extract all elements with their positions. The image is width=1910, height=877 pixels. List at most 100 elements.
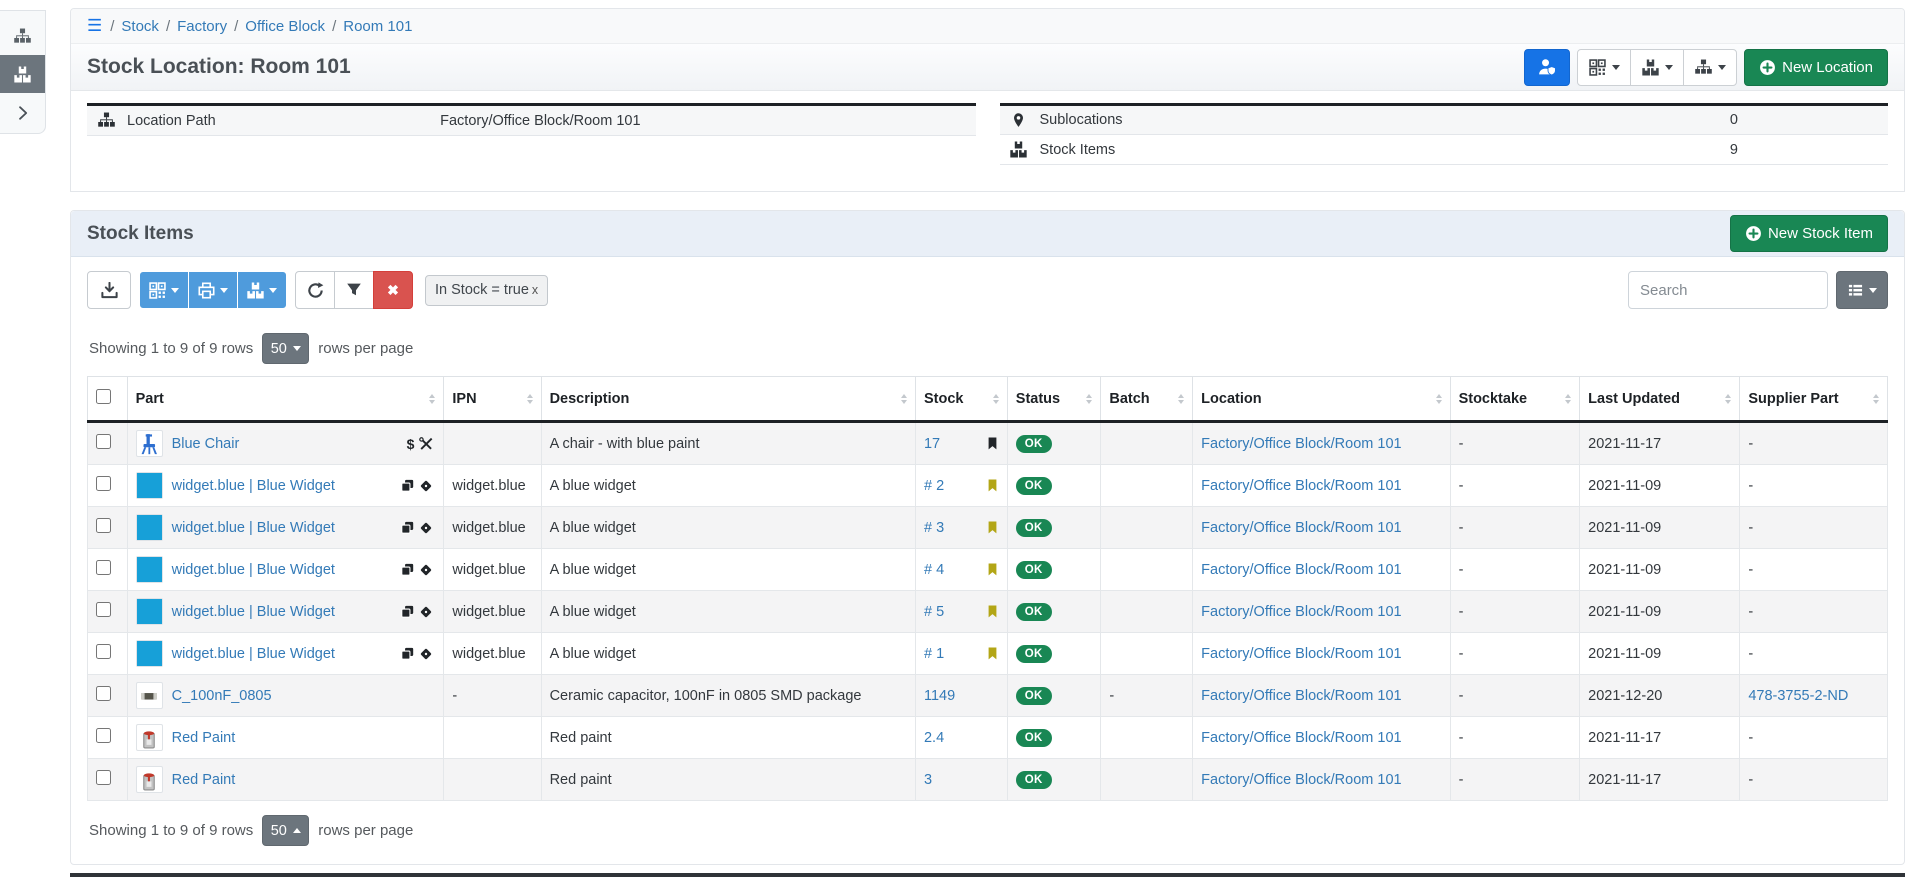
stock-quantity-link[interactable]: # 3 [924, 520, 944, 536]
column-header-part[interactable]: Part [127, 377, 444, 422]
column-header-last-updated[interactable]: Last Updated [1580, 377, 1740, 422]
part-link[interactable]: Blue Chair [172, 436, 240, 452]
menu-icon[interactable]: ☰ [87, 16, 102, 36]
export-button[interactable] [87, 271, 131, 309]
columns-dropdown-button[interactable] [1836, 271, 1888, 309]
location-link[interactable]: Factory/Office Block/Room 101 [1201, 646, 1401, 662]
location-link[interactable]: Factory/Office Block/Room 101 [1201, 604, 1401, 620]
stock-quantity-link[interactable]: 17 [924, 436, 940, 452]
sort-icon[interactable] [1082, 394, 1092, 404]
row-checkbox[interactable] [96, 728, 111, 743]
page-size-button[interactable]: 50 [262, 815, 309, 846]
row-checkbox[interactable] [96, 560, 111, 575]
row-checkbox[interactable] [96, 644, 111, 659]
row-checkbox[interactable] [96, 434, 111, 449]
stock-cell: # 2 [915, 465, 1007, 507]
sort-icon[interactable] [1561, 394, 1571, 404]
part-link[interactable]: Red Paint [172, 730, 236, 746]
row-checkbox[interactable] [96, 686, 111, 701]
sort-icon[interactable] [1432, 394, 1442, 404]
column-header-batch[interactable]: Batch [1101, 377, 1193, 422]
clone-icon [401, 521, 414, 534]
ipn-cell: widget.blue [444, 507, 541, 549]
row-checkbox[interactable] [96, 770, 111, 785]
stock-quantity-link[interactable]: # 5 [924, 604, 944, 620]
row-checkbox[interactable] [96, 602, 111, 617]
sort-icon[interactable] [989, 394, 999, 404]
location-link[interactable]: Factory/Office Block/Room 101 [1201, 562, 1401, 578]
sidebar-expand-button[interactable] [0, 93, 45, 133]
stock-quantity-link[interactable]: # 2 [924, 478, 944, 494]
page-size-value: 50 [271, 823, 287, 839]
sidebar-item-stock[interactable] [0, 55, 45, 93]
location-link[interactable]: Factory/Office Block/Room 101 [1201, 520, 1401, 536]
sort-icon[interactable] [1174, 394, 1184, 404]
barcode-actions-button[interactable] [1577, 49, 1631, 86]
stock-quantity-link[interactable]: # 4 [924, 562, 944, 578]
filter-chip[interactable]: In Stock = true x [425, 275, 548, 306]
new-location-button[interactable]: New Location [1744, 49, 1888, 86]
stock-cell: 17 [915, 422, 1007, 465]
print-dropdown-button[interactable] [188, 271, 238, 309]
bookmark-flag-icon [986, 478, 999, 493]
admin-button[interactable] [1524, 49, 1570, 86]
sort-icon[interactable] [897, 394, 907, 404]
part-thumbnail [136, 598, 163, 625]
breadcrumb-link[interactable]: Office Block [245, 18, 325, 35]
stock-quantity-link[interactable]: # 1 [924, 646, 944, 662]
part-link[interactable]: widget.blue | Blue Widget [172, 562, 335, 578]
sort-icon[interactable] [523, 394, 533, 404]
stock-items-title: Stock Items [87, 223, 194, 245]
stock-cell: # 1 [915, 633, 1007, 675]
location-link[interactable]: Factory/Office Block/Room 101 [1201, 772, 1401, 788]
pagination-top: Showing 1 to 9 of 9 rows 50 rows per pag… [89, 333, 1888, 364]
sort-icon[interactable] [1721, 394, 1731, 404]
column-header-stocktake[interactable]: Stocktake [1450, 377, 1580, 422]
column-header-location[interactable]: Location [1193, 377, 1450, 422]
location-link[interactable]: Factory/Office Block/Room 101 [1201, 478, 1401, 494]
breadcrumb-link[interactable]: Room 101 [343, 18, 412, 35]
filter-button[interactable] [334, 271, 374, 309]
sidebar-item-sublocations[interactable] [0, 17, 45, 55]
stock-quantity-link[interactable]: 2.4 [924, 730, 944, 746]
sort-icon[interactable] [425, 394, 435, 404]
sort-icon[interactable] [1869, 394, 1879, 404]
select-all-checkbox[interactable] [96, 389, 111, 404]
clear-filters-button[interactable]: ✖ [373, 271, 413, 309]
part-link[interactable]: widget.blue | Blue Widget [172, 646, 335, 662]
barcode-dropdown-button[interactable] [139, 271, 189, 309]
row-checkbox[interactable] [96, 518, 111, 533]
stocktake-cell: - [1450, 549, 1580, 591]
column-header-description[interactable]: Description [541, 377, 915, 422]
location-link[interactable]: Factory/Office Block/Room 101 [1201, 688, 1401, 704]
location-link[interactable]: Factory/Office Block/Room 101 [1201, 436, 1401, 452]
filter-chip-remove[interactable]: x [532, 283, 538, 297]
page-size-button[interactable]: 50 [262, 333, 309, 364]
stock-item-row: Red PaintRed paint2.4OKFactory/Office Bl… [88, 717, 1888, 759]
part-link[interactable]: widget.blue | Blue Widget [172, 520, 335, 536]
row-checkbox[interactable] [96, 476, 111, 491]
new-stock-item-button[interactable]: New Stock Item [1730, 215, 1888, 252]
blue-square-thumbnail [137, 473, 162, 498]
stock-quantity-link[interactable]: 3 [924, 772, 932, 788]
stock-actions-button[interactable] [1630, 49, 1684, 86]
column-header-status[interactable]: Status [1007, 377, 1101, 422]
supplier-part-link[interactable]: 478-3755-2-ND [1748, 688, 1848, 704]
breadcrumb-link[interactable]: Stock [121, 18, 159, 35]
location-link[interactable]: Factory/Office Block/Room 101 [1201, 730, 1401, 746]
location-cell: Factory/Office Block/Room 101 [1193, 465, 1450, 507]
column-header-stock[interactable]: Stock [915, 377, 1007, 422]
stock-item-row: widget.blue | Blue Widgetwidget.blueA bl… [88, 633, 1888, 675]
location-actions-button[interactable] [1683, 49, 1737, 86]
part-link[interactable]: widget.blue | Blue Widget [172, 604, 335, 620]
breadcrumb-link[interactable]: Factory [177, 18, 227, 35]
stock-options-dropdown-button[interactable] [237, 271, 287, 309]
part-link[interactable]: widget.blue | Blue Widget [172, 478, 335, 494]
refresh-button[interactable] [295, 271, 335, 309]
part-link[interactable]: C_100nF_0805 [172, 688, 272, 704]
column-header-supplier-part[interactable]: Supplier Part [1740, 377, 1888, 422]
part-link[interactable]: Red Paint [172, 772, 236, 788]
search-input[interactable] [1628, 271, 1828, 309]
stock-quantity-link[interactable]: 1149 [924, 688, 955, 704]
column-header-ipn[interactable]: IPN [444, 377, 541, 422]
